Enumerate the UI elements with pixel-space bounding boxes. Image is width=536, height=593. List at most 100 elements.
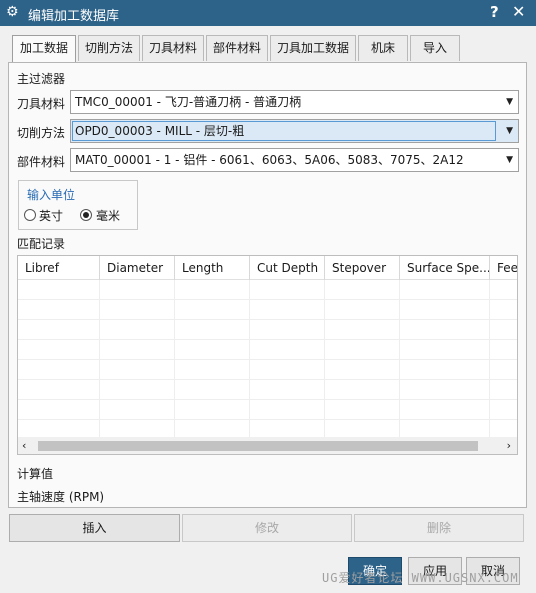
table-cell: [325, 380, 400, 400]
table-cell: [400, 380, 490, 400]
table-cell: [175, 340, 250, 360]
table-cell: [100, 340, 175, 360]
table-cell: [325, 320, 400, 340]
table-cell: [325, 300, 400, 320]
col-cut-depth[interactable]: Cut Depth: [250, 256, 325, 280]
table-cell: [175, 380, 250, 400]
tab-import[interactable]: 导入: [410, 35, 460, 61]
insert-button[interactable]: 插入: [9, 514, 180, 542]
delete-button[interactable]: 删除: [354, 514, 524, 542]
tool-material-select[interactable]: TMC0_00001 - 飞刀-普通刀柄 - 普通刀柄 ▼: [70, 90, 519, 114]
chevron-down-icon: ▼: [506, 155, 513, 165]
table-cell: [175, 400, 250, 420]
table-cell: [325, 400, 400, 420]
tab-cut-method[interactable]: 切削方法: [78, 35, 140, 61]
table-row[interactable]: [18, 340, 517, 360]
table-cell: [250, 400, 325, 420]
part-material-label: 部件材料: [17, 155, 66, 169]
table-cell: [100, 280, 175, 300]
tab-machine[interactable]: 机床: [358, 35, 408, 61]
close-icon[interactable]: ✕: [512, 2, 525, 21]
tool-material-label: 刀具材料: [17, 97, 66, 111]
cut-method-value: OPD0_00003 - MILL - 层切-粗: [75, 124, 245, 138]
help-button[interactable]: ?: [490, 3, 499, 21]
tab-tool-material[interactable]: 刀具材料: [142, 35, 204, 61]
spindle-speed-label: 主轴速度 (RPM): [17, 490, 105, 504]
part-material-value: MAT0_00001 - 1 - 铝件 - 6061、6063、5A06、508…: [75, 153, 464, 167]
col-feed[interactable]: Feed: [490, 256, 517, 280]
tab-tool-machining-data[interactable]: 刀具加工数据: [270, 35, 356, 61]
title-bar: ⚙ 编辑加工数据库 ? ✕: [0, 0, 536, 26]
table-cell: [18, 320, 100, 340]
table-cell: [325, 340, 400, 360]
table-cell: [18, 300, 100, 320]
chevron-left-icon[interactable]: ‹: [22, 439, 26, 452]
records-table[interactable]: Libref Diameter Length Cut Depth Stepove…: [17, 255, 518, 455]
records-heading: 匹配记录: [17, 237, 66, 251]
part-material-select[interactable]: MAT0_00001 - 1 - 铝件 - 6061、6063、5A06、508…: [70, 148, 519, 172]
tool-material-value: TMC0_00001 - 飞刀-普通刀柄 - 普通刀柄: [75, 95, 302, 109]
chevron-right-icon[interactable]: ›: [507, 439, 511, 452]
col-diameter[interactable]: Diameter: [100, 256, 175, 280]
cut-method-label: 切削方法: [17, 126, 66, 140]
table-cell: [490, 340, 517, 360]
table-cell: [490, 400, 517, 420]
input-units-group: 输入单位 英寸 毫米: [18, 180, 138, 230]
radio-inch-label: 英寸: [39, 209, 64, 223]
table-cell: [400, 400, 490, 420]
table-cell: [175, 280, 250, 300]
input-units-title: 输入单位: [27, 188, 76, 202]
table-cell: [175, 300, 250, 320]
gear-icon: ⚙: [6, 4, 19, 20]
radio-inch[interactable]: [24, 209, 36, 221]
table-cell: [175, 360, 250, 380]
table-cell: [250, 280, 325, 300]
table-cell: [400, 340, 490, 360]
calc-heading: 计算值: [17, 467, 54, 481]
table-row[interactable]: [18, 280, 517, 300]
table-cell: [100, 300, 175, 320]
chevron-down-icon: ▼: [506, 97, 513, 107]
filter-heading: 主过滤器: [17, 72, 66, 86]
table-cell: [325, 280, 400, 300]
table-cell: [100, 380, 175, 400]
modify-button[interactable]: 修改: [182, 514, 352, 542]
table-cell: [490, 360, 517, 380]
table-row[interactable]: [18, 320, 517, 340]
table-cell: [18, 280, 100, 300]
col-length[interactable]: Length: [175, 256, 250, 280]
radio-mm[interactable]: [80, 209, 92, 221]
table-header: Libref Diameter Length Cut Depth Stepove…: [18, 256, 517, 280]
table-row[interactable]: [18, 360, 517, 380]
col-surface-speed[interactable]: Surface Spe...: [400, 256, 490, 280]
col-stepover[interactable]: Stepover: [325, 256, 400, 280]
table-cell: [18, 400, 100, 420]
table-cell: [400, 320, 490, 340]
table-row[interactable]: [18, 380, 517, 400]
watermark-text: UG爱好者论坛 WWW.UGSNX.COM: [322, 571, 519, 585]
table-cell: [250, 340, 325, 360]
table-cell: [18, 360, 100, 380]
table-row[interactable]: [18, 400, 517, 420]
table-cell: [250, 300, 325, 320]
table-cell: [400, 360, 490, 380]
cut-method-select[interactable]: OPD0_00003 - MILL - 层切-粗 ▼: [70, 119, 519, 143]
table-cell: [18, 340, 100, 360]
table-cell: [100, 320, 175, 340]
table-cell: [18, 380, 100, 400]
table-cell: [400, 300, 490, 320]
table-cell: [100, 360, 175, 380]
chevron-down-icon: ▼: [506, 126, 513, 136]
table-cell: [490, 380, 517, 400]
scrollbar-thumb[interactable]: [38, 441, 478, 451]
col-libref[interactable]: Libref: [18, 256, 100, 280]
table-cell: [400, 280, 490, 300]
tab-part-material[interactable]: 部件材料: [206, 35, 268, 61]
table-cell: [490, 320, 517, 340]
radio-mm-label: 毫米: [96, 209, 121, 223]
tab-machining-data[interactable]: 加工数据: [12, 35, 76, 63]
horizontal-scrollbar[interactable]: ‹ ›: [18, 437, 517, 454]
table-row[interactable]: [18, 300, 517, 320]
table-cell: [250, 320, 325, 340]
table-cell: [325, 360, 400, 380]
